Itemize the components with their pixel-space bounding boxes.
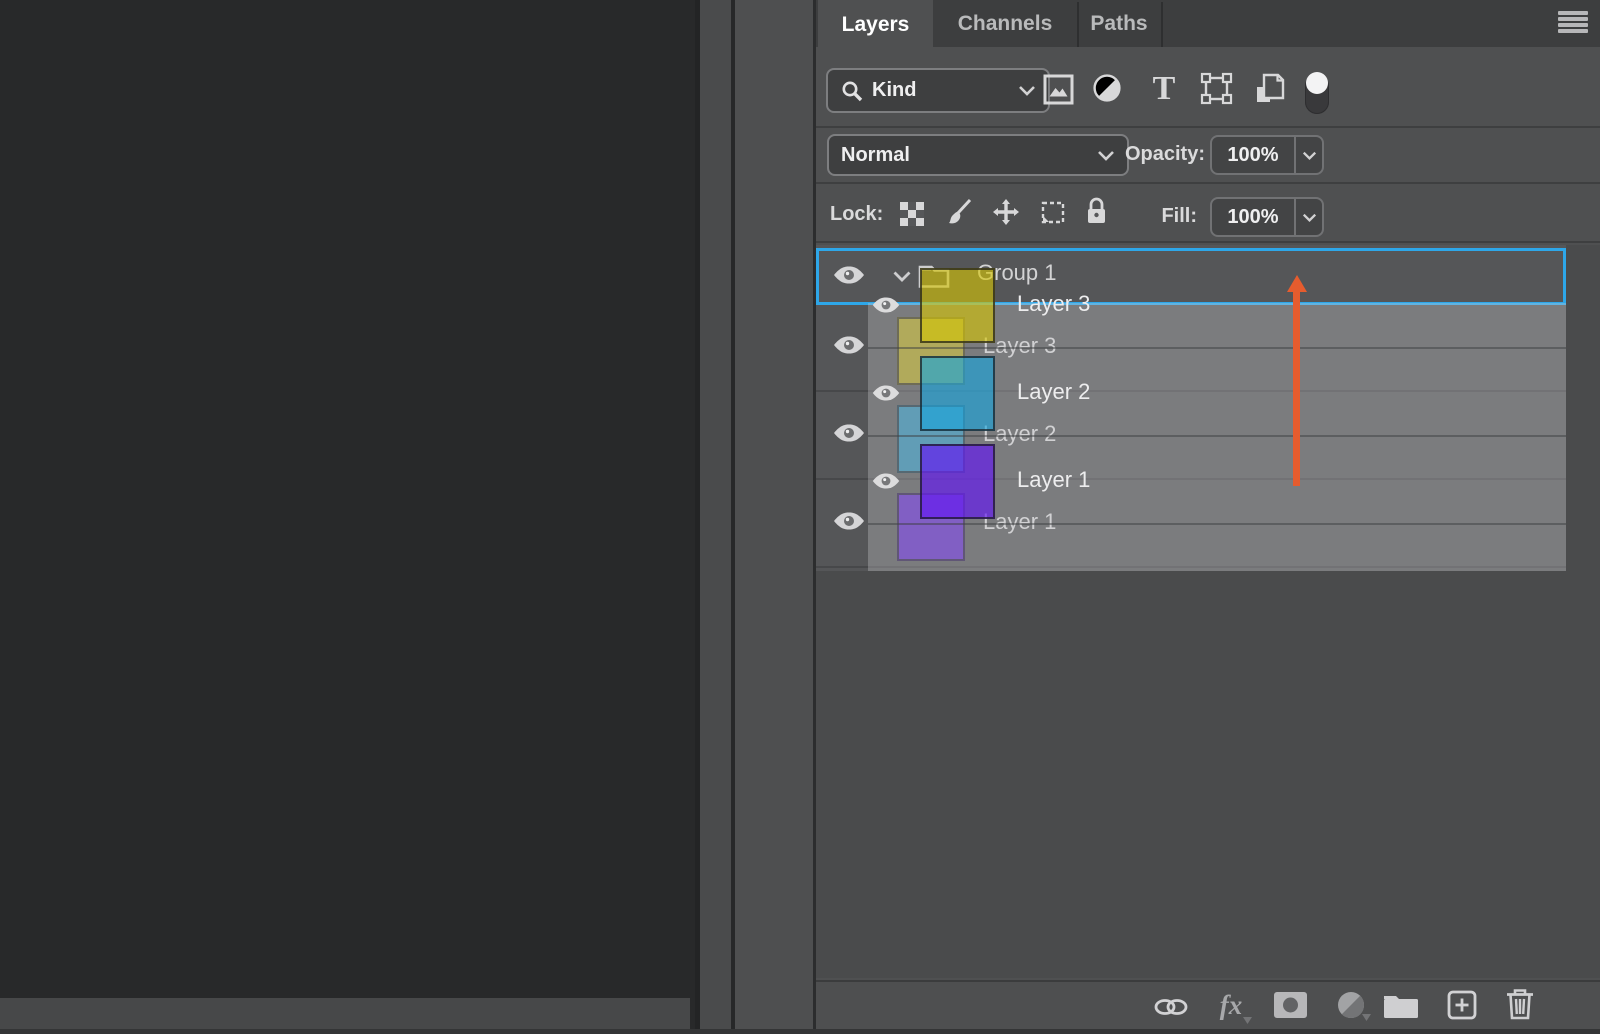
chevron-down-icon [1302, 213, 1317, 222]
ghost-layer-label: Layer 3 [1017, 291, 1090, 317]
window-bottom-edge [0, 1029, 1600, 1034]
visibility-eye-icon[interactable] [832, 334, 866, 361]
fx-label: fx [1220, 990, 1243, 1021]
layers-bottom-toolbar: fx [816, 980, 1600, 1031]
opacity-dropdown-button[interactable] [1294, 137, 1322, 173]
opacity-field[interactable]: 100% [1210, 135, 1324, 175]
fx-dropdown-triangle [1243, 1017, 1252, 1024]
divider [816, 126, 1600, 128]
ghost-visibility-eye-icon [871, 471, 901, 496]
shape-layer-filter-icon[interactable] [1200, 72, 1233, 105]
adjustment-dropdown-triangle [1362, 1014, 1371, 1021]
tab-layers-label: Layers [842, 13, 910, 37]
ghost-layer-thumbnail [920, 356, 995, 431]
new-layer-icon[interactable] [1446, 989, 1478, 1021]
lock-transparent-pixels-icon[interactable] [899, 201, 924, 226]
panel-dock-gutter [731, 0, 817, 1034]
ghost-layer-thumbnail [920, 268, 995, 343]
pixel-layer-filter-icon[interactable] [1042, 73, 1074, 105]
layers-panel: Layers Channels Paths Kind [813, 0, 1600, 1034]
photoshop-window: Layers Channels Paths Kind [0, 0, 1600, 1034]
kind-filter-value: Kind [872, 79, 916, 102]
ghost-layer-thumbnail [920, 444, 995, 519]
new-group-icon[interactable] [1382, 991, 1420, 1020]
add-layer-mask-icon[interactable] [1274, 992, 1307, 1018]
delete-layer-icon[interactable] [1505, 987, 1535, 1021]
ghost-layer-label: Layer 1 [1017, 467, 1090, 493]
horizontal-scrollbar[interactable] [0, 998, 690, 1029]
filter-toggle-knob [1306, 72, 1328, 94]
filter-toggle[interactable] [1305, 74, 1329, 114]
blend-mode-select[interactable]: Normal [827, 134, 1129, 176]
chevron-down-icon [1018, 85, 1036, 96]
chevron-down-icon [1302, 151, 1317, 160]
tab-divider [1161, 2, 1163, 47]
kind-filter-select[interactable]: Kind [826, 68, 1050, 113]
tab-paths-label: Paths [1090, 12, 1147, 36]
ghost-layer-label: Layer 2 [1017, 379, 1090, 405]
blend-mode-value: Normal [841, 144, 910, 167]
lock-image-pixels-icon[interactable] [947, 198, 973, 227]
search-icon [840, 79, 864, 103]
panel-tab-bar: Layers Channels Paths [816, 0, 1600, 47]
smart-object-filter-icon[interactable] [1254, 71, 1286, 107]
document-canvas [0, 0, 690, 998]
opacity-label: Opacity: [1120, 143, 1205, 166]
visibility-eye-icon[interactable] [832, 422, 866, 449]
tab-channels[interactable]: Channels [933, 0, 1077, 47]
lock-label: Lock: [830, 203, 883, 226]
chevron-down-icon [1097, 150, 1115, 161]
opacity-value: 100% [1212, 137, 1294, 173]
fill-dropdown-button[interactable] [1294, 199, 1322, 235]
type-layer-filter-icon[interactable]: T [1148, 72, 1180, 106]
lock-artboard-icon[interactable] [1039, 199, 1067, 226]
ghost-row-divider [868, 435, 1566, 437]
ghost-row-divider [868, 347, 1566, 349]
adjustment-layer-filter-icon[interactable] [1092, 73, 1122, 103]
ghost-visibility-eye-icon [871, 383, 901, 408]
layer-list: Group 1 Layer 3 Layer 2 Layer 1 [816, 245, 1566, 571]
drag-direction-arrow-head [1287, 275, 1307, 292]
new-adjustment-layer-icon[interactable] [1337, 991, 1365, 1019]
group-expand-chevron-icon[interactable] [892, 270, 912, 288]
drag-direction-arrow [1293, 290, 1300, 486]
fill-value: 100% [1212, 199, 1294, 235]
visibility-eye-icon[interactable] [832, 510, 866, 537]
divider [816, 241, 1600, 243]
panel-menu-icon[interactable] [1558, 11, 1588, 33]
tab-paths[interactable]: Paths [1077, 0, 1161, 47]
lock-all-icon[interactable] [1084, 196, 1109, 226]
tab-divider [1077, 2, 1079, 47]
layer-style-fx-icon[interactable]: fx [1214, 988, 1248, 1022]
drag-ghost-overlay [868, 303, 1566, 571]
link-layers-icon[interactable] [1153, 996, 1189, 1018]
lock-position-icon[interactable] [992, 198, 1020, 226]
ghost-visibility-eye-icon [871, 295, 901, 320]
ghost-row-divider [868, 523, 1566, 525]
fill-field[interactable]: 100% [1210, 197, 1324, 237]
fill-label: Fill: [1122, 205, 1197, 228]
vertical-scrollbar[interactable] [695, 0, 736, 1034]
visibility-eye-icon[interactable] [832, 264, 866, 291]
tab-layers[interactable]: Layers [818, 0, 933, 50]
tab-channels-label: Channels [958, 12, 1053, 36]
divider [816, 182, 1600, 184]
